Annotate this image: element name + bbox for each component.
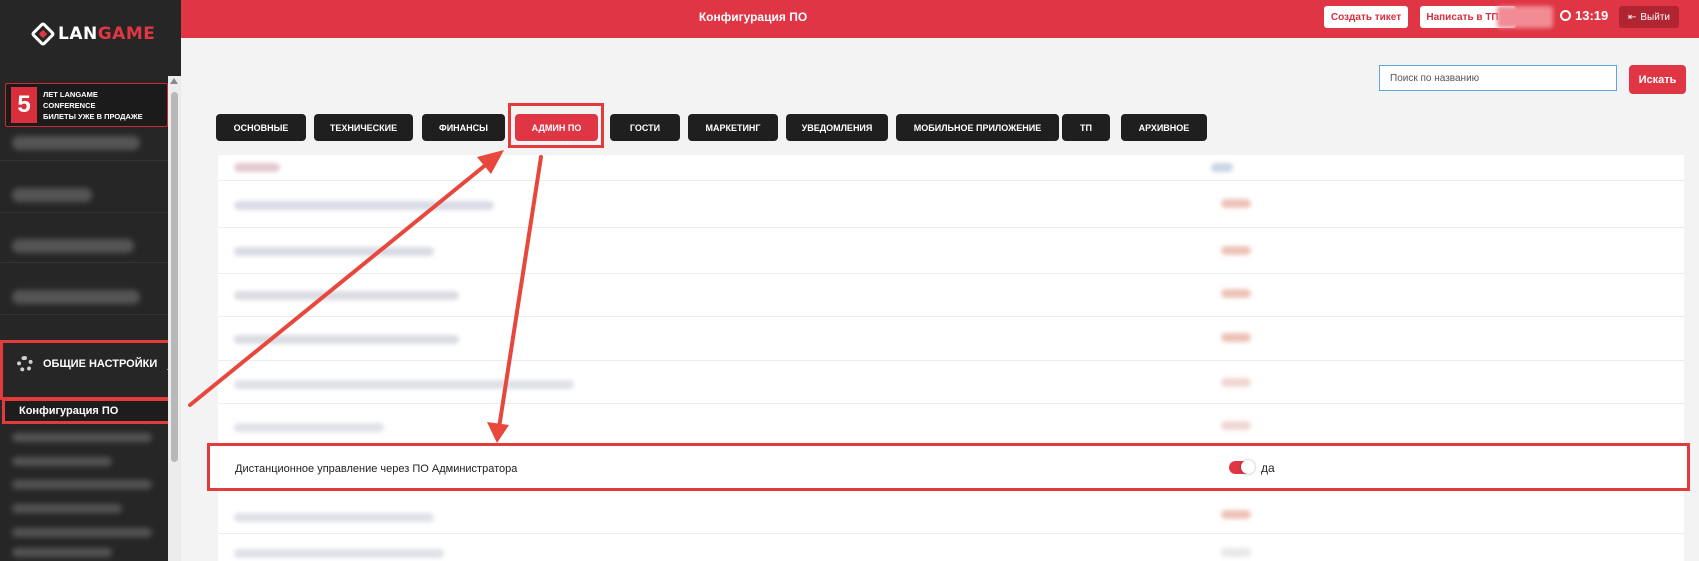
table-header-blurred bbox=[1211, 163, 1233, 172]
sidebar: LANGAME 5 ЛЕТ LANGAME CONFERENCE БИЛЕТЫ … bbox=[0, 0, 181, 561]
row-divider bbox=[218, 180, 1684, 181]
sidebar-item-blurred[interactable] bbox=[12, 239, 134, 253]
setting-value-blurred bbox=[1221, 510, 1251, 519]
tab-basic[interactable]: ОСНОВНЫЕ bbox=[216, 114, 306, 141]
setting-value-blurred bbox=[1221, 199, 1251, 208]
setting-row-blurred bbox=[234, 549, 444, 558]
setting-row-blurred bbox=[234, 380, 574, 389]
logo-text-lan: LAN bbox=[58, 24, 98, 44]
logout-label: Выйти bbox=[1640, 11, 1670, 23]
tab-finance[interactable]: ФИНАНСЫ bbox=[422, 114, 505, 141]
row-divider bbox=[218, 316, 1684, 317]
setting-row-blurred bbox=[234, 201, 494, 210]
setting-label-remote-control: Дистанционное управление через ПО Админи… bbox=[235, 463, 518, 475]
sidebar-subitem-blurred[interactable] bbox=[12, 528, 152, 537]
menu-divider bbox=[0, 314, 168, 315]
setting-row-blurred bbox=[234, 335, 459, 344]
row-divider bbox=[218, 273, 1684, 274]
setting-value-blurred bbox=[1221, 378, 1251, 387]
conference-promo-banner[interactable]: 5 ЛЕТ LANGAME CONFERENCE БИЛЕТЫ УЖЕ В ПР… bbox=[5, 83, 168, 127]
row-divider bbox=[218, 403, 1684, 404]
menu-divider bbox=[0, 160, 168, 161]
sidebar-item-general-settings[interactable]: ОБЩИЕ НАСТРОЙКИ bbox=[0, 340, 180, 400]
langame-logo[interactable]: LANGAME bbox=[30, 21, 156, 47]
scroll-thumb[interactable] bbox=[171, 92, 178, 462]
row-divider bbox=[218, 533, 1684, 534]
search-button[interactable]: Искать bbox=[1629, 65, 1686, 94]
sidebar-subitem-blurred[interactable] bbox=[12, 504, 122, 513]
setting-value-blurred bbox=[1221, 289, 1251, 298]
logo-text-game: GAME bbox=[97, 24, 156, 44]
langame-logo-icon bbox=[30, 21, 56, 47]
scroll-up-arrow-icon[interactable] bbox=[170, 78, 178, 84]
setting-value-blurred bbox=[1221, 548, 1251, 557]
current-time: 13:19 bbox=[1575, 8, 1609, 23]
remote-control-toggle[interactable] bbox=[1229, 460, 1255, 474]
setting-value-blurred bbox=[1221, 421, 1251, 430]
tab-support[interactable]: ТП bbox=[1062, 114, 1110, 141]
search-input[interactable] bbox=[1379, 65, 1617, 91]
clock-icon bbox=[1560, 10, 1571, 21]
tab-mobile-app[interactable]: МОБИЛЬНОЕ ПРИЛОЖЕНИЕ bbox=[896, 114, 1059, 141]
sidebar-subitem-blurred[interactable] bbox=[12, 548, 112, 557]
setting-row-blurred bbox=[234, 291, 459, 300]
sidebar-item-blurred[interactable] bbox=[12, 290, 140, 304]
sidebar-scrollbar[interactable] bbox=[168, 76, 181, 561]
software-config-label: Конфигурация ПО bbox=[19, 405, 119, 417]
row-divider bbox=[218, 227, 1684, 228]
write-support-label: Написать в ТП bbox=[1426, 11, 1499, 23]
logout-button[interactable]: ⇤ Выйти bbox=[1619, 6, 1679, 28]
sidebar-item-blurred[interactable] bbox=[12, 188, 92, 202]
tab-technical[interactable]: ТЕХНИЧЕСКИЕ bbox=[314, 114, 413, 141]
promo-line-2: CONFERENCE bbox=[43, 100, 96, 110]
tab-marketing[interactable]: МАРКЕТИНГ bbox=[688, 114, 778, 141]
setting-row-blurred bbox=[234, 513, 434, 522]
sidebar-subitem-blurred[interactable] bbox=[12, 457, 112, 466]
promo-line-3: БИЛЕТЫ УЖЕ В ПРОДАЖЕ bbox=[43, 111, 143, 121]
toggle-state-label: да bbox=[1261, 461, 1275, 475]
promo-number: 5 bbox=[11, 87, 37, 123]
row-divider bbox=[218, 360, 1684, 361]
promo-line-1: ЛЕТ LANGAME bbox=[43, 89, 98, 99]
menu-divider bbox=[0, 212, 168, 213]
setting-row-blurred bbox=[234, 423, 384, 432]
tab-guests[interactable]: ГОСТИ bbox=[610, 114, 680, 141]
create-ticket-button[interactable]: Создать тикет bbox=[1324, 6, 1408, 28]
general-settings-label: ОБЩИЕ НАСТРОЙКИ bbox=[43, 358, 158, 370]
logout-icon: ⇤ bbox=[1628, 11, 1637, 23]
clock: 13:19 bbox=[1560, 8, 1608, 23]
settings-table bbox=[218, 155, 1684, 561]
sidebar-item-blurred[interactable] bbox=[12, 136, 140, 150]
highlighted-setting-row: Дистанционное управление через ПО Админи… bbox=[207, 443, 1690, 491]
sidebar-subitem-blurred[interactable] bbox=[12, 433, 152, 442]
setting-row-blurred bbox=[234, 247, 434, 256]
menu-divider bbox=[0, 262, 168, 263]
sidebar-subitem-blurred[interactable] bbox=[12, 480, 152, 489]
setting-value-blurred bbox=[1221, 333, 1251, 342]
table-header-blurred bbox=[234, 163, 280, 172]
tab-highlight-outline bbox=[508, 103, 604, 148]
sidebar-subitem-software-config[interactable]: Конфигурация ПО bbox=[2, 398, 181, 424]
tab-archive[interactable]: АРХИВНОЕ bbox=[1121, 114, 1207, 141]
tab-notifications[interactable]: УВЕДОМЛЕНИЯ bbox=[786, 114, 888, 141]
setting-value-blurred bbox=[1221, 246, 1251, 255]
page-title: Конфигурация ПО bbox=[698, 10, 808, 24]
user-account-blurred[interactable] bbox=[1497, 6, 1553, 28]
gear-icon bbox=[17, 356, 33, 372]
